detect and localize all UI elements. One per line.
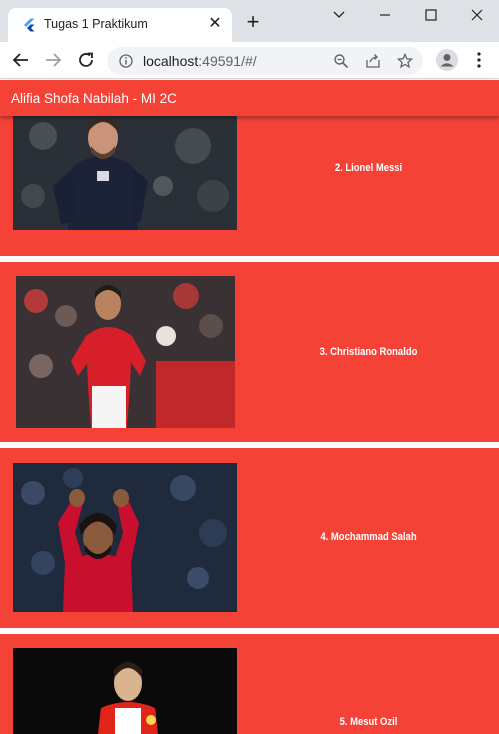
flutter-favicon [24,18,35,32]
list-item[interactable]: 3. Christiano Ronaldo [0,262,499,442]
browser-tab-strip: Tugas 1 Praktikum ✕ + [0,0,499,42]
salah-photo [13,463,237,612]
url-text[interactable]: localhost:49591/#/ [143,53,257,69]
address-bar[interactable]: localhost:49591/#/ [107,47,423,75]
player-name: 4. Mochammad Salah [320,531,417,543]
player-name: 2. Lionel Messi [334,162,403,174]
url-path: :49591/#/ [198,53,257,69]
browser-toolbar: localhost:49591/#/ [0,42,499,79]
player-name: 3. Christiano Ronaldo [319,346,418,358]
list-item[interactable]: 4. Mochammad Salah [0,448,499,628]
close-icon[interactable]: ✕ [206,15,224,33]
list-item[interactable]: 2. Lionel Messi [0,116,499,256]
ronaldo-photo [16,276,235,428]
reload-icon[interactable] [75,49,97,71]
player-name: 5. Mesut Ozil [339,716,398,728]
app-title: Alifia Shofa Nabilah - MI 2C [11,91,177,106]
tab-title: Tugas 1 Praktikum [44,17,148,31]
minimize-icon[interactable] [370,4,400,26]
list-item[interactable]: 5. Mesut Ozil [0,634,499,734]
app-bar: Alifia Shofa Nabilah - MI 2C [0,80,499,116]
profile-icon[interactable] [436,49,458,71]
share-icon[interactable] [365,53,381,69]
ozil-photo [13,648,237,734]
info-icon[interactable] [119,54,133,68]
back-arrow-icon[interactable] [10,49,32,71]
player-list[interactable]: 2. Lionel Messi 3. Christiano Ronaldo 4.… [0,116,499,734]
menu-dots-icon[interactable] [474,50,484,70]
plus-icon[interactable]: + [242,11,264,34]
window-close-icon[interactable] [462,4,492,26]
url-host: localhost [143,53,199,69]
forward-arrow-icon[interactable] [42,49,64,71]
zoom-icon[interactable] [333,53,349,69]
chevron-down-icon[interactable] [324,4,354,26]
star-icon[interactable] [397,53,413,69]
messi-photo [13,116,237,230]
browser-tab[interactable]: Tugas 1 Praktikum ✕ [8,8,232,42]
maximize-icon[interactable] [416,4,446,26]
